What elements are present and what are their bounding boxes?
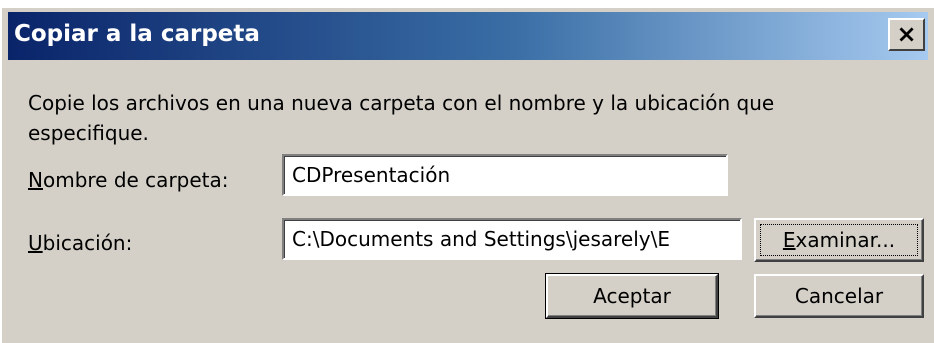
location-accel: U — [28, 231, 43, 255]
dialog-title: Copiar a la carpeta — [14, 21, 260, 47]
screenshot-page: Copiar a la carpeta × Copie los archivos… — [0, 0, 934, 343]
close-button[interactable]: × — [888, 18, 925, 51]
folder-name-input[interactable]: CDPresentación — [282, 154, 728, 196]
location-label-text: bicación: — [42, 231, 133, 255]
folder-name-accel: N — [28, 168, 43, 192]
copy-to-folder-dialog: Copiar a la carpeta × Copie los archivos… — [0, 8, 934, 343]
dialog-description: Copie los archivos en una nueva carpeta … — [28, 91, 775, 145]
folder-name-label-text: ombre de carpeta: — [42, 168, 229, 192]
browse-focus-ring — [760, 224, 918, 256]
close-icon: × — [896, 20, 917, 48]
title-bar[interactable]: Copiar a la carpeta × — [8, 12, 928, 60]
location-label: Ubicación: — [28, 231, 132, 255]
location-input[interactable]: C:\Documents and Settings\jesarely\E — [282, 218, 742, 260]
cancel-button[interactable]: Cancelar — [754, 274, 924, 318]
browse-button[interactable]: Examinar... — [754, 218, 924, 262]
ok-button[interactable]: Aceptar — [545, 273, 719, 319]
folder-name-label: Nombre de carpeta: — [28, 168, 229, 192]
